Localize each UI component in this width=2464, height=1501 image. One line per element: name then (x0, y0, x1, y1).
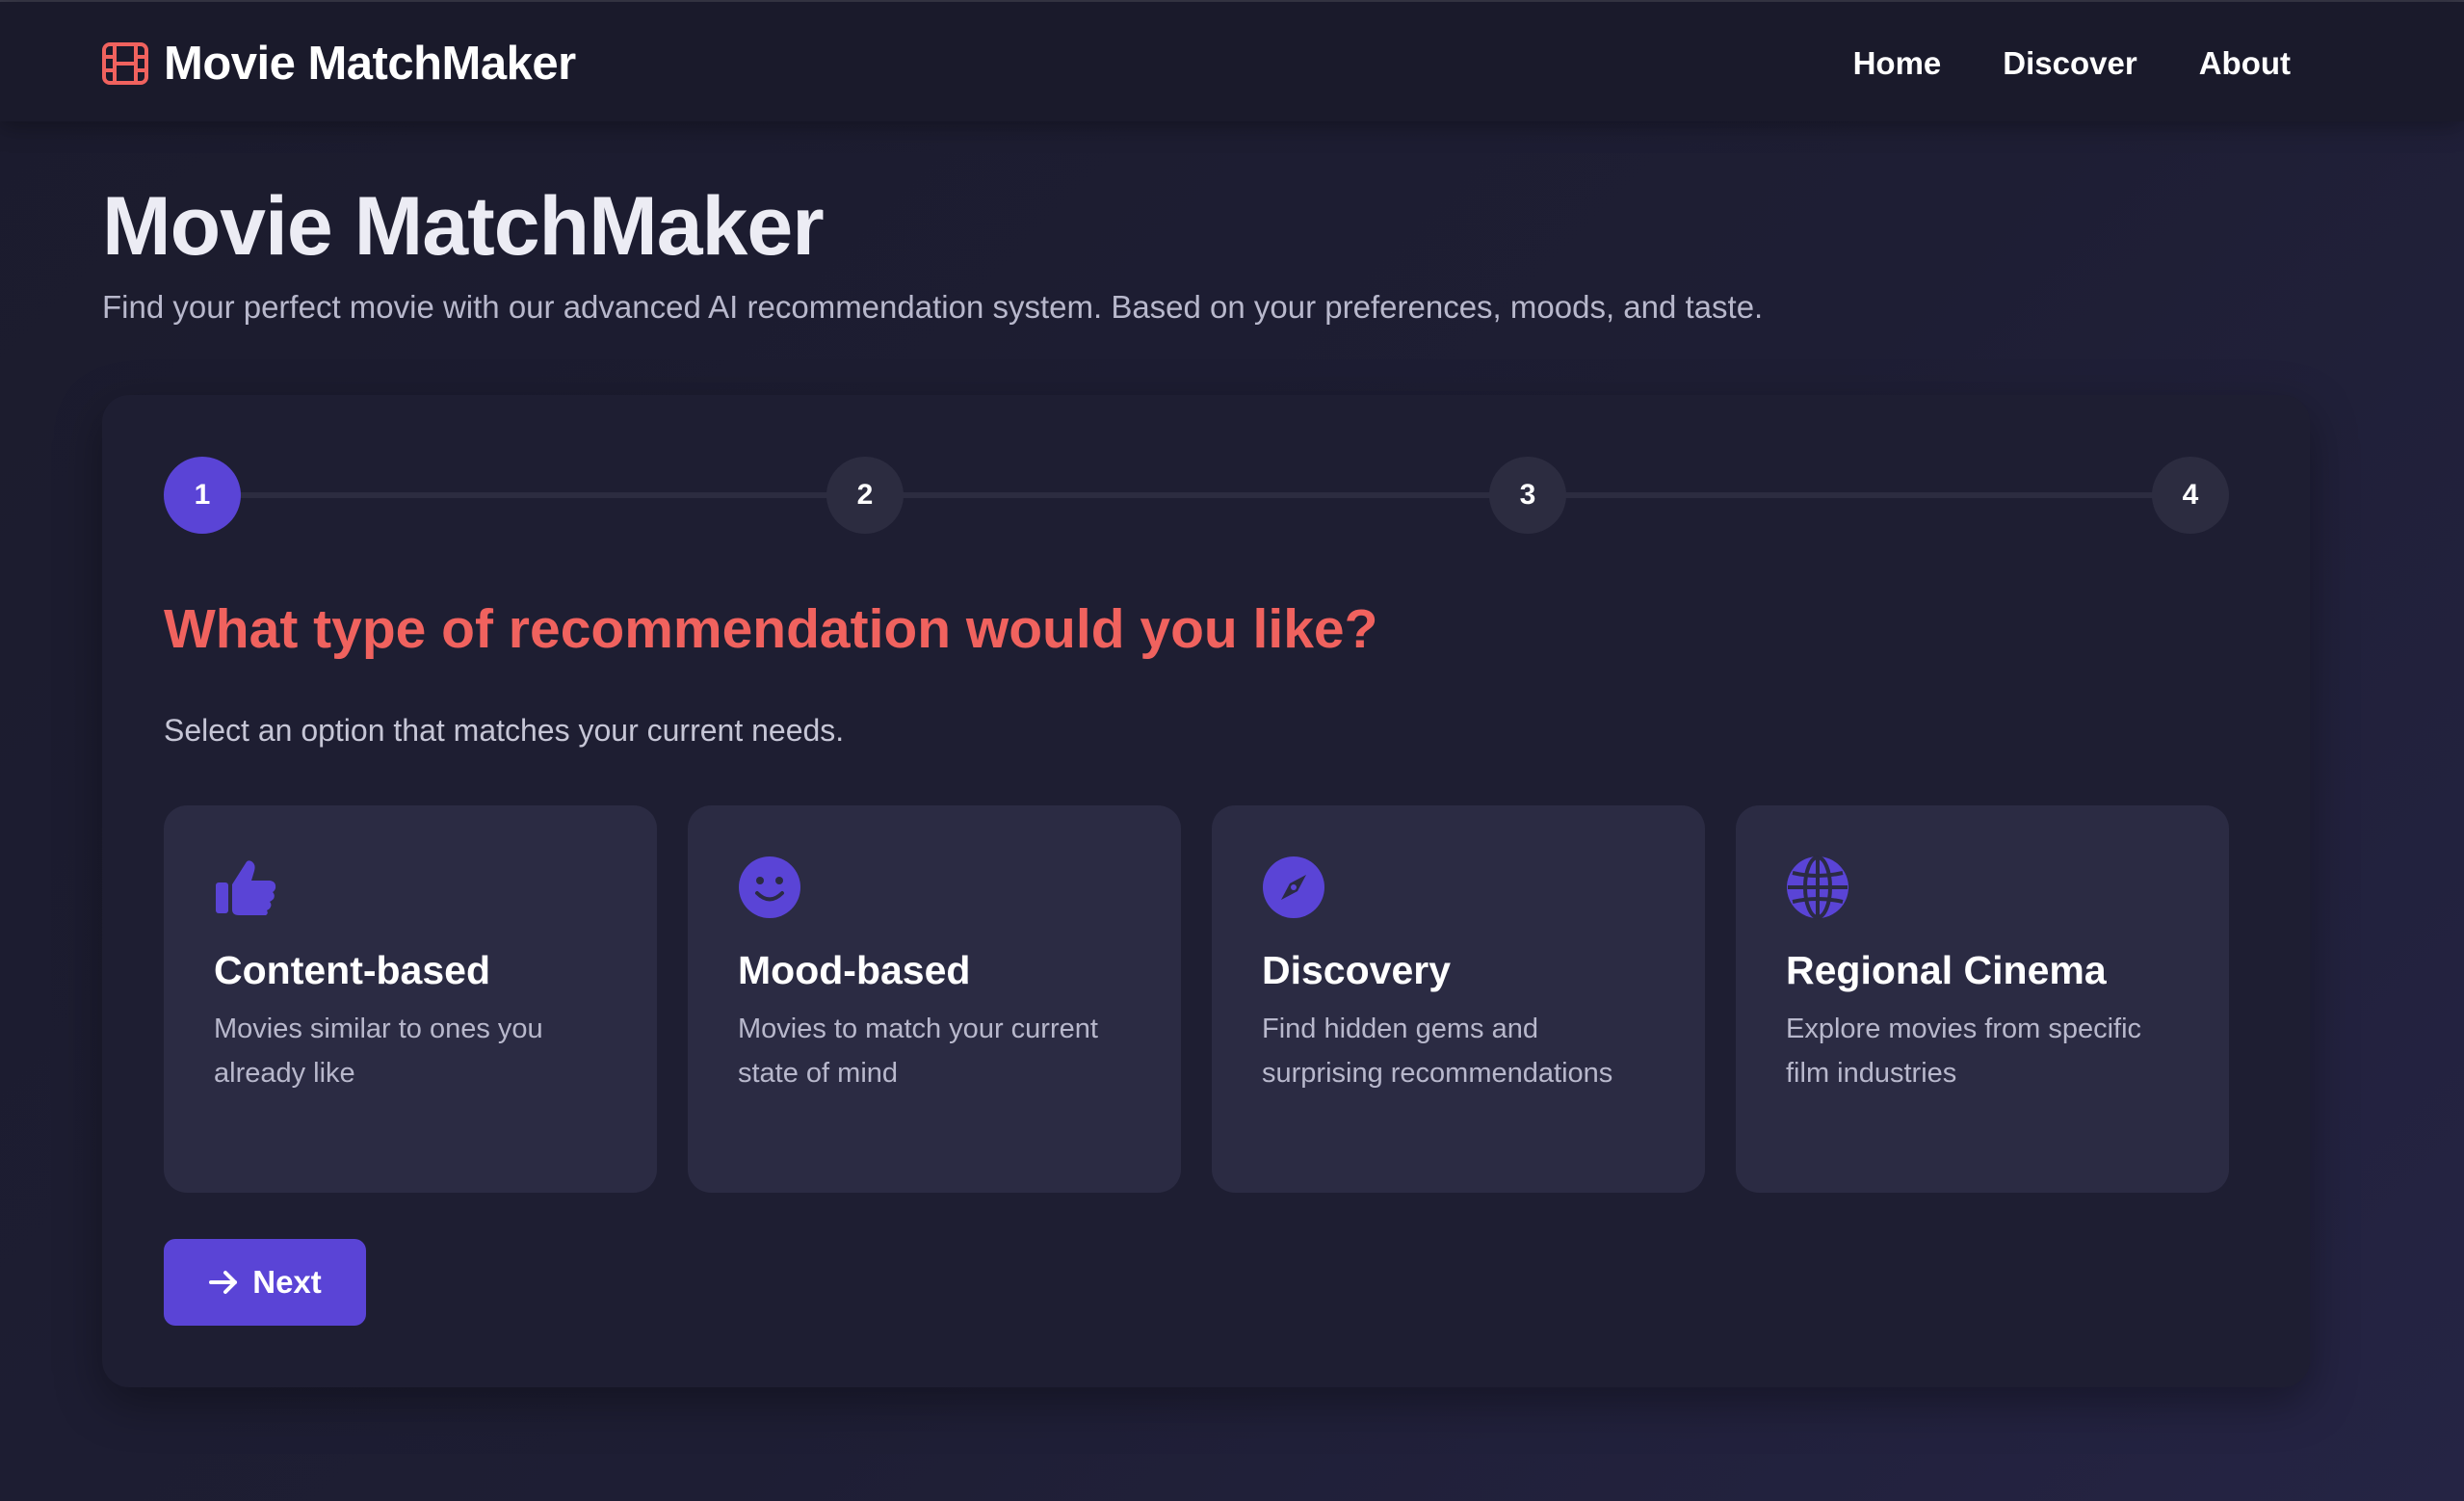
globe-icon (1787, 856, 1848, 919)
option-discovery[interactable]: Discovery Find hidden gems and surprisin… (1212, 805, 1705, 1193)
next-button[interactable]: Next (164, 1239, 366, 1326)
step-4-indicator: 4 (2152, 457, 2229, 534)
page-title: Movie MatchMaker (102, 180, 825, 273)
question-heading: What type of recommendation would you li… (164, 598, 1378, 660)
arrow-right-icon (209, 1271, 238, 1294)
step-2-indicator: 2 (826, 457, 904, 534)
option-title: Regional Cinema (1786, 948, 2107, 992)
option-content-based[interactable]: Content-based Movies similar to ones you… (164, 805, 657, 1193)
stepper: 1 2 3 4 (164, 457, 2229, 534)
brand[interactable]: Movie MatchMaker (102, 37, 576, 91)
option-title: Content-based (214, 948, 490, 992)
option-title: Discovery (1262, 948, 1452, 992)
next-button-label: Next (252, 1264, 322, 1300)
nav-link-discover[interactable]: Discover (2003, 45, 2136, 82)
nav-link-about[interactable]: About (2199, 45, 2291, 82)
option-description: Movies to match your current state of mi… (738, 1014, 1098, 1089)
nav-link-home[interactable]: Home (1853, 45, 1942, 82)
compass-icon (1263, 856, 1324, 918)
page-subtitle: Find your perfect movie with our advance… (102, 289, 1764, 325)
film-icon (102, 42, 148, 85)
option-description: Movies similar to ones you already like (214, 1014, 543, 1089)
option-title: Mood-based (738, 948, 971, 992)
thumbs-up-icon (216, 860, 276, 915)
nav-links: Home Discover About (1853, 40, 2291, 87)
option-regional-cinema[interactable]: Regional Cinema Explore movies from spec… (1736, 805, 2229, 1193)
option-list: Content-based Movies similar to ones you… (164, 805, 2229, 1193)
option-description: Explore movies from specific film indust… (1786, 1014, 2142, 1089)
question-instruction: Select an option that matches your curre… (164, 713, 845, 748)
option-description: Find hidden gems and surprising recommen… (1262, 1014, 1613, 1089)
navbar: Movie MatchMaker Home Discover About (0, 2, 2464, 121)
smile-icon (739, 856, 800, 918)
step-1-indicator: 1 (164, 457, 241, 534)
wizard-panel: 1 2 3 4 What type of recommendation woul… (102, 395, 2310, 1387)
step-3-indicator: 3 (1489, 457, 1566, 534)
stepper-track (202, 492, 2190, 498)
option-mood-based[interactable]: Mood-based Movies to match your current … (688, 805, 1181, 1193)
brand-name: Movie MatchMaker (164, 38, 576, 90)
